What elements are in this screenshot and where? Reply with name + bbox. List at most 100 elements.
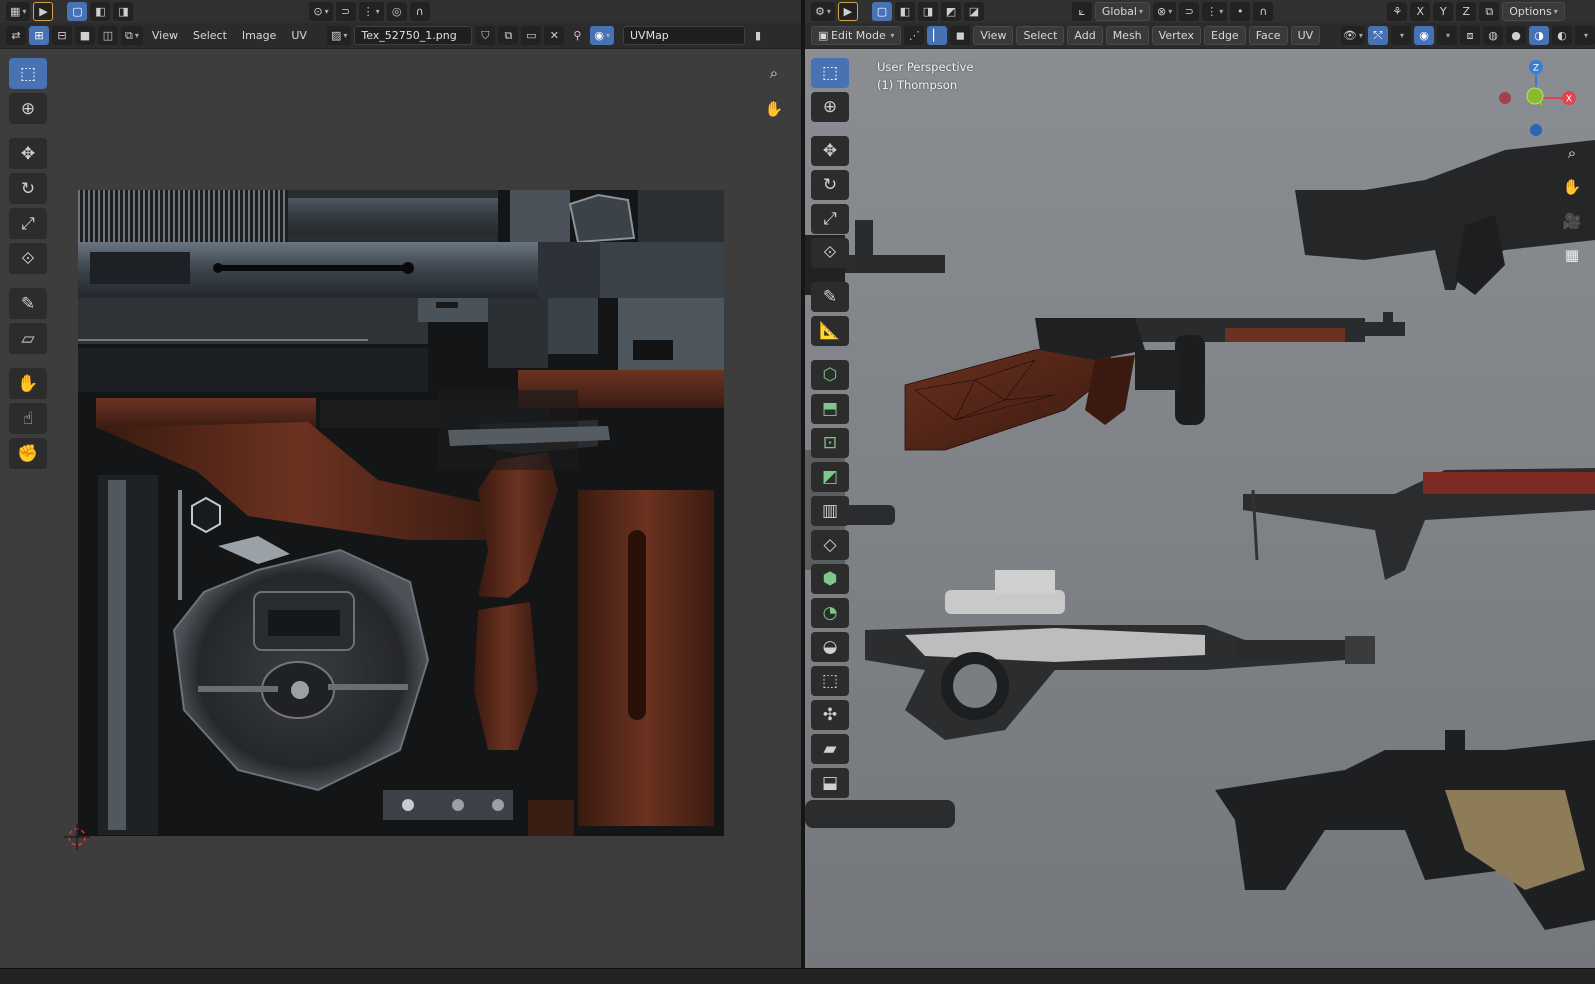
- scifi-rifle[interactable]: [865, 570, 1375, 740]
- bevel-tool-icon[interactable]: ◩: [811, 462, 849, 492]
- zoom-icon[interactable]: ⌕: [1559, 140, 1585, 166]
- measure-tool-icon[interactable]: 📐: [811, 316, 849, 346]
- select-tool-icon[interactable]: ▶: [33, 2, 54, 21]
- editor-type-3d-icon[interactable]: ⚙ ▾: [811, 2, 835, 21]
- select-box-tool-icon[interactable]: ⬚: [811, 58, 849, 88]
- vector-smg-bottom-right[interactable]: [1215, 730, 1595, 930]
- menu-add[interactable]: Add: [1067, 26, 1103, 45]
- menu-uv[interactable]: UV: [1290, 26, 1321, 45]
- add-cube-tool-icon[interactable]: ⬡: [811, 360, 849, 390]
- scale-tool-icon[interactable]: ⤢: [811, 204, 849, 234]
- uv-island-mode-icon[interactable]: ◫: [98, 26, 118, 45]
- select-mode-new-icon[interactable]: ▢: [67, 2, 88, 21]
- move-tool-icon[interactable]: ✥: [811, 136, 849, 166]
- mirror-axis-z[interactable]: Z: [1456, 2, 1477, 21]
- select-mode-intersect-icon[interactable]: ◪: [963, 2, 984, 21]
- falloff-icon[interactable]: ∩: [1253, 2, 1274, 21]
- visibility-eye-icon[interactable]: 👁 ▾: [1340, 26, 1366, 45]
- menu-face[interactable]: Face: [1248, 26, 1288, 45]
- image-browse-icon[interactable]: ▨ ▾: [326, 26, 352, 45]
- pan-hand-icon[interactable]: ✋: [761, 96, 787, 122]
- 3d-scene-guns[interactable]: [805, 50, 1595, 968]
- select-box-tool-icon[interactable]: ⬚: [9, 58, 47, 89]
- menu-edge[interactable]: Edge: [1204, 26, 1246, 45]
- rip-region-tool-icon[interactable]: ⬓: [811, 768, 849, 798]
- grab-brush-tool-icon[interactable]: ✋: [9, 368, 47, 399]
- uv-vertex-mode-icon[interactable]: ⊞: [29, 26, 49, 45]
- editor-type-icon[interactable]: ▦ ▾: [6, 2, 31, 21]
- menu-view[interactable]: View: [973, 26, 1014, 45]
- mesh-symmetry-icon[interactable]: ⧉: [1479, 2, 1500, 21]
- edge-slide-tool-icon[interactable]: ⬚: [811, 666, 849, 696]
- texture-image-canvas[interactable]: [78, 190, 724, 836]
- xray-toggle-icon[interactable]: ⧈: [1460, 26, 1481, 45]
- poly-build-tool-icon[interactable]: ⬢: [811, 564, 849, 594]
- open-image-folder-icon[interactable]: ▭: [521, 26, 542, 45]
- shading-material-icon[interactable]: ◑: [1529, 26, 1550, 45]
- uv-overlay-icon[interactable]: ◉ ▾: [590, 26, 614, 45]
- gizmo-toggle-icon[interactable]: ⤲: [1368, 26, 1389, 45]
- menu-mesh[interactable]: Mesh: [1105, 26, 1149, 45]
- shading-dropdown-icon[interactable]: ▾: [1575, 26, 1595, 45]
- relax-brush-tool-icon[interactable]: ☝: [9, 403, 47, 434]
- cursor-tool-icon[interactable]: ⊕: [811, 92, 849, 122]
- image-name-field[interactable]: Tex_52750_1.png: [354, 26, 473, 45]
- pin-icon[interactable]: ⚲: [567, 26, 587, 45]
- shading-solid-icon[interactable]: ●: [1506, 26, 1527, 45]
- camera-view-icon[interactable]: 🎥: [1559, 208, 1585, 234]
- proportional-edit-icon[interactable]: •: [1230, 2, 1251, 21]
- snap-target-icon[interactable]: ⋮ ▾: [1202, 2, 1228, 21]
- shear-tool-icon[interactable]: ▰: [811, 734, 849, 764]
- pivot-point-icon[interactable]: ⊗ ▾: [1153, 2, 1177, 21]
- scale-tool-icon[interactable]: ⤢: [9, 208, 47, 239]
- uv-edge-mode-icon[interactable]: ⊟: [52, 26, 72, 45]
- spin-tool-icon[interactable]: ◔: [811, 598, 849, 628]
- menu-select[interactable]: Select: [187, 26, 233, 45]
- partial-gun-bottom-left[interactable]: [805, 800, 955, 828]
- pinch-brush-tool-icon[interactable]: ✊: [9, 438, 47, 469]
- overlays-dropdown-icon[interactable]: ▾: [1437, 26, 1458, 45]
- smg-top-right[interactable]: [1295, 140, 1595, 295]
- vertex-select-icon[interactable]: ⋰: [904, 26, 925, 45]
- y-axis-handle[interactable]: [1526, 87, 1544, 105]
- sync-selection-icon[interactable]: ⇄: [6, 26, 26, 45]
- mp40-right[interactable]: [1243, 468, 1595, 580]
- shading-wireframe-icon[interactable]: ◍: [1483, 26, 1504, 45]
- transform-tool-icon[interactable]: ⟐: [811, 238, 849, 268]
- snap-icon[interactable]: ⊃: [1179, 2, 1200, 21]
- sticky-select-icon[interactable]: ⧉ ▾: [121, 26, 143, 45]
- loop-cut-tool-icon[interactable]: ▥: [811, 496, 849, 526]
- 2d-cursor-icon[interactable]: [64, 824, 90, 850]
- menu-select[interactable]: Select: [1016, 26, 1065, 45]
- select-mode-subtract-icon[interactable]: ◨: [113, 2, 134, 21]
- neg-x-axis-handle[interactable]: [1499, 92, 1511, 104]
- fake-user-shield-icon[interactable]: ⛉: [475, 26, 496, 45]
- rip-region-tool-icon[interactable]: ▱: [9, 323, 47, 354]
- uv-map-field[interactable]: UVMap: [623, 26, 745, 45]
- navigation-axis-gizmo[interactable]: Z X: [1491, 58, 1581, 148]
- menu-vertex[interactable]: Vertex: [1151, 26, 1202, 45]
- select-mode-new-icon[interactable]: ▢: [871, 2, 892, 21]
- orientation-icon[interactable]: ⟀: [1071, 2, 1092, 21]
- transform-orientation-dropdown[interactable]: Global ▾: [1094, 2, 1150, 21]
- smooth-tool-icon[interactable]: ◒: [811, 632, 849, 662]
- inset-tool-icon[interactable]: ⊡: [811, 428, 849, 458]
- zoom-icon[interactable]: ⌕: [761, 60, 787, 86]
- select-mode-difference-icon[interactable]: ◩: [940, 2, 961, 21]
- annotate-tool-icon[interactable]: ✎: [9, 288, 47, 319]
- neg-z-axis-handle[interactable]: [1530, 124, 1542, 136]
- shrink-fatten-tool-icon[interactable]: ✣: [811, 700, 849, 730]
- gizmo-dropdown-icon[interactable]: ▾: [1391, 26, 1412, 45]
- cursor-tool-icon[interactable]: ⊕: [9, 93, 47, 124]
- new-image-icon[interactable]: ⧉: [498, 26, 519, 45]
- rotate-tool-icon[interactable]: ↻: [811, 170, 849, 200]
- uv-face-mode-icon[interactable]: ■: [75, 26, 95, 45]
- pivot-point-icon[interactable]: ⊙ ▾: [309, 2, 333, 21]
- auto-merge-icon[interactable]: ⚘: [1387, 2, 1408, 21]
- options-dropdown[interactable]: Options ▾: [1502, 2, 1565, 21]
- menu-view[interactable]: View: [146, 26, 184, 45]
- menu-image[interactable]: Image: [236, 26, 282, 45]
- display-channels-icon[interactable]: ▮: [748, 26, 768, 45]
- rotate-tool-icon[interactable]: ↻: [9, 173, 47, 204]
- extrude-tool-icon[interactable]: ⬒: [811, 394, 849, 424]
